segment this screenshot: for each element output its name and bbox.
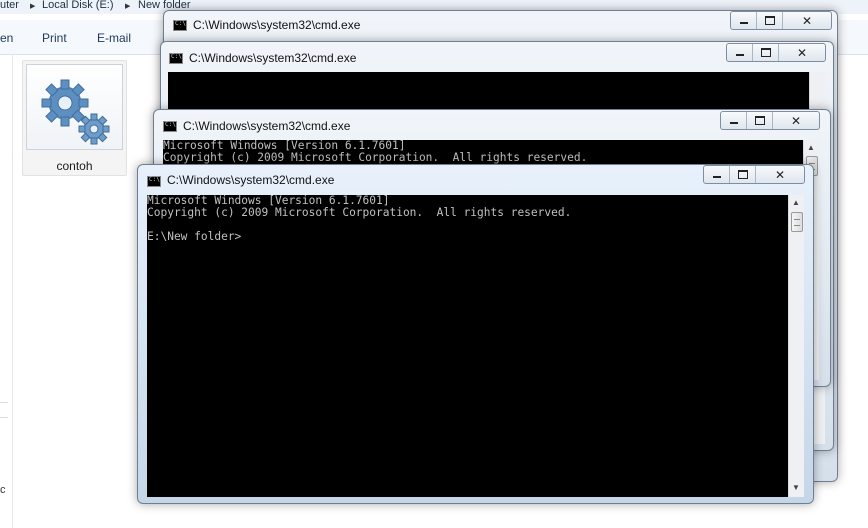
- close-icon: ✕: [796, 45, 808, 60]
- scroll-up-icon[interactable]: ▲: [807, 143, 815, 152]
- close-icon: ✕: [801, 13, 813, 28]
- cmd-app-icon[interactable]: [173, 20, 187, 31]
- close-icon: ✕: [790, 113, 802, 128]
- window-controls: ✕: [703, 165, 805, 184]
- breadcrumb-arrow-icon[interactable]: ▶: [30, 2, 35, 12]
- nav-divider: [0, 402, 8, 403]
- minimize-icon: [712, 176, 721, 178]
- window-title: C:\Windows\system32\cmd.exe: [183, 119, 351, 133]
- minimize-icon: [739, 22, 748, 24]
- minimize-button[interactable]: [727, 44, 753, 61]
- scroll-down-icon[interactable]: ▼: [792, 483, 800, 492]
- maximize-icon: [754, 116, 765, 125]
- minimize-icon: [729, 122, 738, 124]
- command-prompt[interactable]: E:\New folder>: [147, 231, 788, 243]
- window-controls: ✕: [730, 11, 832, 30]
- vertical-scrollbar[interactable]: ▲ ▼: [788, 195, 804, 497]
- file-name[interactable]: contoh: [23, 159, 126, 173]
- maximize-button[interactable]: [730, 166, 756, 183]
- breadcrumb-item[interactable]: uter: [0, 0, 19, 11]
- file-thumbnail: [26, 64, 123, 150]
- close-icon: ✕: [774, 167, 786, 182]
- maximize-button[interactable]: [757, 12, 783, 29]
- console-line: Copyright (c) 2009 Microsoft Corporation…: [163, 151, 588, 164]
- close-button[interactable]: ✕: [783, 12, 831, 29]
- breadcrumb-item[interactable]: New folder: [138, 0, 191, 11]
- window-controls: ✕: [726, 43, 826, 62]
- cmd-app-icon[interactable]: [169, 53, 183, 64]
- nav-item-label[interactable]: c: [0, 484, 6, 496]
- maximize-icon: [760, 48, 771, 57]
- restore-icon: [764, 16, 775, 25]
- close-button[interactable]: ✕: [756, 166, 804, 183]
- navigation-pane[interactable]: [0, 55, 13, 528]
- scroll-up-icon[interactable]: ▲: [792, 198, 800, 207]
- window-controls: ✕: [720, 111, 820, 130]
- window-title: C:\Windows\system32\cmd.exe: [189, 51, 357, 65]
- breadcrumb-item[interactable]: Local Disk (E:): [42, 0, 114, 11]
- cmd-app-icon[interactable]: [163, 121, 177, 132]
- print-button[interactable]: Print: [42, 31, 67, 45]
- close-button[interactable]: ✕: [773, 112, 819, 129]
- window-title: C:\Windows\system32\cmd.exe: [193, 18, 361, 32]
- breadcrumb-arrow-icon[interactable]: ▶: [125, 2, 130, 12]
- nav-divider: [0, 417, 8, 418]
- cmd-app-icon[interactable]: [147, 176, 161, 187]
- console-output[interactable]: Microsoft Windows [Version 6.1.7601] Copy…: [147, 195, 788, 497]
- toolbar-item[interactable]: en: [0, 31, 13, 45]
- console-line: Copyright (c) 2009 Microsoft Corporation…: [147, 206, 572, 219]
- email-button[interactable]: E-mail: [97, 31, 131, 45]
- minimize-button[interactable]: [731, 12, 757, 29]
- maximize-button[interactable]: [753, 44, 779, 61]
- minimize-icon: [735, 54, 744, 56]
- maximize-button[interactable]: [747, 112, 773, 129]
- cmd-window-active[interactable]: C:\Windows\system32\cmd.exe ✕ Microsoft …: [137, 164, 814, 504]
- close-button[interactable]: ✕: [779, 44, 825, 61]
- minimize-button[interactable]: [704, 166, 730, 183]
- gear-icon: [41, 79, 110, 145]
- scrollbar-thumb[interactable]: [791, 212, 803, 232]
- file-item[interactable]: contoh: [22, 60, 127, 176]
- maximize-icon: [737, 170, 748, 179]
- window-title: C:\Windows\system32\cmd.exe: [167, 173, 335, 187]
- minimize-button[interactable]: [721, 112, 747, 129]
